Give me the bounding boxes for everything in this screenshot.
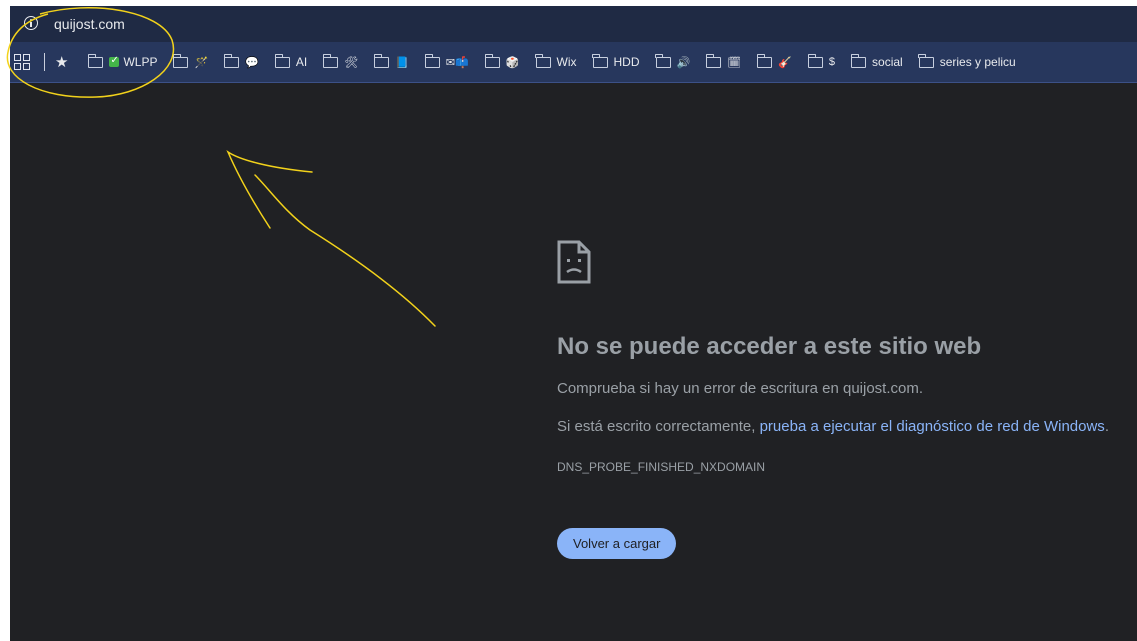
- bookmarks-separator: [44, 53, 45, 71]
- error-page: No se puede acceder a este sitio web Com…: [10, 83, 1137, 641]
- bookmark-folder[interactable]: 🛠: [315, 49, 366, 75]
- bookmark-folder[interactable]: 📘: [366, 49, 417, 75]
- bookmark-label: social: [872, 55, 903, 69]
- bookmark-label: HDD: [613, 55, 640, 69]
- diagnostic-prefix: Si está escrito correctamente,: [557, 418, 760, 435]
- bookmark-emoji-icon: 🔊: [676, 56, 691, 69]
- bookmark-folder[interactable]: social: [843, 49, 911, 75]
- folder-icon: [274, 53, 290, 68]
- bookmark-folder[interactable]: AI: [267, 49, 315, 75]
- bookmark-folder[interactable]: 💬: [216, 49, 267, 75]
- check-icon: [109, 55, 120, 67]
- bookmark-folder[interactable]: 🎸: [749, 49, 800, 75]
- folder-icon: [535, 53, 551, 68]
- bookmark-folder[interactable]: 🪄: [165, 49, 216, 75]
- folder-icon: [373, 53, 390, 68]
- bookmark-emoji-icon: $: [828, 56, 836, 68]
- bookmark-folder[interactable]: 🎲: [477, 49, 528, 75]
- bookmark-folder[interactable]: WLPP: [80, 49, 165, 75]
- folder-icon: [705, 53, 722, 68]
- bookmark-emoji-icon: 🎸: [778, 56, 792, 69]
- error-title: No se puede acceder a este sitio web: [557, 333, 982, 360]
- run-diagnostics-link[interactable]: prueba a ejecutar el diagnóstico de red …: [760, 418, 1105, 435]
- error-code: DNS_PROBE_FINISHED_NXDOMAIN: [557, 460, 766, 474]
- bookmark-emoji-icon: ✉📫: [445, 56, 469, 69]
- url-text[interactable]: quijost.com: [54, 16, 125, 32]
- info-circle-icon[interactable]: [24, 16, 38, 30]
- bookmarks-bar: ★ WLPP 🪄 💬 AI 🛠 📘 ✉📫 🎲 Wix HDD 🔊 🗓 🎸 $ social series y …: [10, 42, 1137, 83]
- bookmark-emoji-icon: 🛠: [344, 56, 359, 69]
- diagnostic-suffix: .: [1104, 418, 1109, 435]
- folder-icon: [807, 53, 823, 68]
- reload-button[interactable]: Volver a cargar: [557, 528, 677, 559]
- apps-grid-icon[interactable]: [14, 54, 30, 70]
- folder-icon: [424, 53, 440, 68]
- bookmark-folder[interactable]: ✉📫: [417, 49, 477, 75]
- bookmark-label: AI: [295, 55, 308, 69]
- bookmark-emoji-icon: 🎲: [505, 56, 520, 69]
- folder-icon: [592, 53, 608, 68]
- folder-icon: [322, 53, 339, 68]
- sad-page-icon: [557, 240, 591, 284]
- bookmark-folder[interactable]: Wix: [528, 49, 585, 75]
- bookmarks-row: ★ WLPP 🪄 💬 AI 🛠 📘 ✉📫 🎲 Wix HDD 🔊 🗓 🎸 $ social series y …: [10, 42, 1024, 82]
- bookmark-label: WLPP: [123, 55, 158, 69]
- bookmark-folder[interactable]: series y pelicu: [911, 49, 1024, 75]
- bookmark-label: series y pelicu: [939, 55, 1016, 69]
- bookmark-folder[interactable]: HDD: [585, 49, 648, 75]
- folder-icon: [756, 53, 773, 68]
- bookmark-folder[interactable]: 🗓: [698, 49, 749, 75]
- bookmark-emoji-icon: 🪄: [194, 56, 209, 69]
- folder-icon: [850, 53, 867, 68]
- bookmark-emoji-icon: 📘: [395, 56, 409, 69]
- bookmark-emoji-icon: 🗓: [727, 56, 742, 69]
- bookmark-folder[interactable]: $: [800, 49, 843, 75]
- star-icon[interactable]: ★: [55, 53, 68, 71]
- folder-icon: [223, 53, 240, 68]
- folder-icon: [918, 53, 934, 68]
- bookmark-folder[interactable]: 🔊: [648, 49, 699, 75]
- folder-icon: [655, 53, 671, 68]
- diagnostic-text: Si está escrito correctamente, prueba a …: [557, 418, 1109, 435]
- folder-icon: [88, 53, 104, 68]
- address-bar[interactable]: quijost.com: [10, 6, 1137, 42]
- bookmark-label: Wix: [556, 55, 577, 69]
- folder-icon: [173, 53, 189, 68]
- bookmark-emoji-icon: 💬: [245, 56, 259, 69]
- check-spelling-text: Comprueba si hay un error de escritura e…: [557, 380, 924, 397]
- browser-window: quijost.com ★ WLPP 🪄 💬 AI 🛠 📘 ✉📫 🎲 Wix HDD 🔊 🗓 🎸 $ soc…: [10, 6, 1137, 641]
- folder-icon: [484, 53, 500, 68]
